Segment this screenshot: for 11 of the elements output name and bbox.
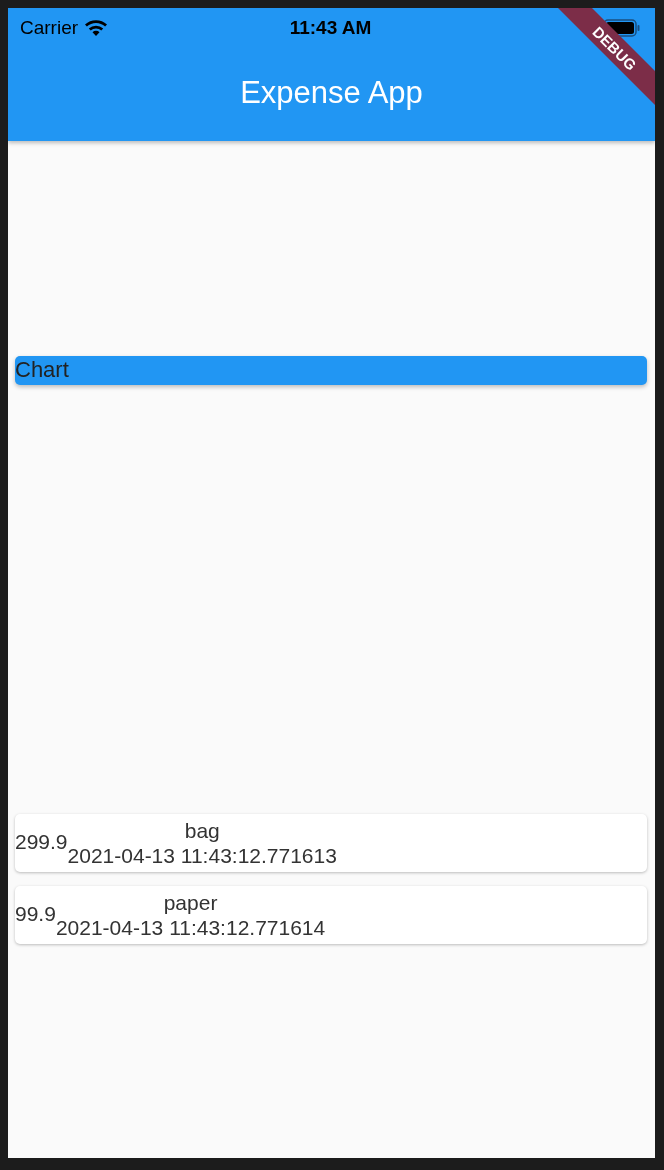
- chart-card: Chart: [15, 355, 647, 385]
- carrier-label: Carrier: [20, 17, 79, 39]
- app-title: Expense App: [240, 74, 423, 112]
- amount-text: 299.9: [15, 829, 68, 854]
- wifi-icon: [84, 19, 109, 37]
- transaction-title: bag: [184, 817, 220, 843]
- transaction-title: paper: [163, 889, 218, 915]
- status-time: 11:43 AM: [289, 17, 372, 39]
- transaction-date: 2021-04-13 11:43:12.771614: [55, 914, 326, 940]
- transaction-date: 2021-04-13 11:43:12.771613: [67, 842, 337, 868]
- amount-text: 99.9: [15, 901, 56, 926]
